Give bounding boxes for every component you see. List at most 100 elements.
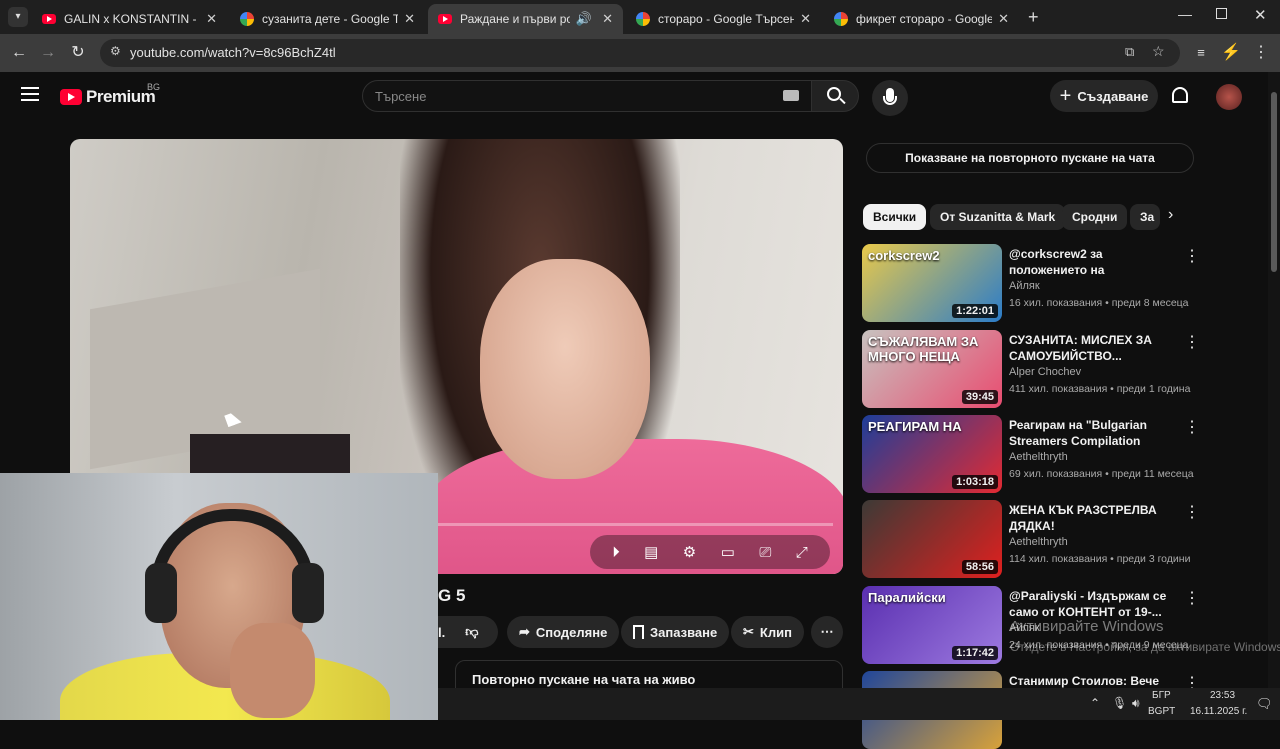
- subtitles-icon[interactable]: ▤: [644, 543, 658, 561]
- chips-next-chevron-icon[interactable]: ›: [1168, 206, 1173, 224]
- video-thumbnail[interactable]: СЪЖАЛЯВАМ ЗА МНОГО НЕЩА 39:45: [862, 330, 1002, 408]
- browser-tab-4[interactable]: сторaро - Google Търсене ✕: [626, 4, 821, 34]
- new-tab-button[interactable]: +: [1028, 7, 1039, 28]
- chip-related[interactable]: Сродни: [1062, 204, 1128, 230]
- microphone-tray-icon[interactable]: 🎙︎: [1112, 696, 1127, 710]
- duration-badge: 39:45: [961, 390, 998, 404]
- audio-icon[interactable]: 🔊: [576, 11, 592, 27]
- more-horizontal-icon: ⋯: [820, 624, 834, 639]
- scrollbar-thumb[interactable]: [1271, 92, 1277, 272]
- like-dislike-segment[interactable]: l. 👎︎: [438, 616, 498, 648]
- recommendation-item[interactable]: corkscrew2 1:22:01 @corkscrew2 за положени…: [862, 244, 1202, 322]
- tray-chevron-icon[interactable]: ⌃: [1090, 696, 1100, 710]
- language-indicator-2[interactable]: BGPT: [1148, 706, 1175, 717]
- clock-date[interactable]: 16.11.2025 г.: [1190, 706, 1247, 717]
- url-text[interactable]: youtube.com/watch?v=8c96BchZ4tl: [130, 45, 336, 60]
- recommendation-item[interactable]: 58:56 ЖЕНА КЪК РАЗСТРЕЛВА ДЯДКА! Aethelthr…: [862, 500, 1202, 578]
- tab-title: сузанита дете - Google Търсен: [262, 12, 399, 26]
- browser-tab-active[interactable]: Раждане и първи рожден 🔊 ✕: [428, 4, 623, 34]
- youtube-favicon-icon: [438, 14, 452, 24]
- windows-activation-subtext: Отидете в Настройки, за да активирате Wi…: [1010, 640, 1280, 654]
- tab-title: GALIN x KONSTANTIN - Monop: [64, 12, 200, 26]
- media-controls-icon[interactable]: ≡: [1190, 42, 1212, 64]
- save-button[interactable]: Запазване: [621, 616, 730, 648]
- more-options-icon[interactable]: ⋮: [1184, 246, 1200, 266]
- chip-more[interactable]: За: [1130, 204, 1160, 230]
- thumbnail-text: Паралийски: [868, 590, 946, 605]
- browser-tab-2[interactable]: сузанита дете - Google Търсен ✕: [230, 4, 425, 34]
- show-chat-replay-button[interactable]: Показване на повторното пускане на чата: [866, 143, 1194, 173]
- close-tab-icon[interactable]: ✕: [206, 11, 217, 27]
- more-options-icon[interactable]: ⋮: [1184, 588, 1200, 608]
- recommendation-title[interactable]: СУЗАНИТА: МИСЛЕХ ЗА САМОУБИЙСТВО...: [1009, 332, 1179, 364]
- extension-icon[interactable]: ⚡: [1220, 42, 1242, 64]
- avatar[interactable]: [1216, 84, 1242, 110]
- keyboard-icon[interactable]: [783, 90, 799, 101]
- more-options-icon[interactable]: ⋮: [1184, 332, 1200, 352]
- forward-icon[interactable]: →: [37, 42, 59, 64]
- search-button[interactable]: [811, 80, 859, 112]
- volume-icon[interactable]: 🔊︎: [1132, 696, 1140, 711]
- minimize-icon[interactable]: —: [1178, 6, 1192, 22]
- browser-menu-icon[interactable]: ⋮: [1250, 42, 1272, 64]
- hamburger-menu-icon[interactable]: [21, 87, 39, 101]
- clip-button[interactable]: ✂ Клип: [731, 616, 804, 648]
- recommendation-title[interactable]: @corkscrew2 за положението на БЪЛГАРСКИЯ…: [1009, 246, 1179, 278]
- recommendation-title[interactable]: Станимир Стоилов: Вече: [1009, 673, 1179, 689]
- chip-all[interactable]: Всички: [863, 204, 927, 230]
- youtube-header: Premium BG Търсене + Създаване: [0, 72, 1268, 120]
- close-tab-icon[interactable]: ✕: [602, 11, 613, 27]
- notifications-tray-icon[interactable]: 🗨: [1256, 696, 1273, 712]
- create-button[interactable]: + Създаване: [1050, 80, 1158, 112]
- channel-name[interactable]: Aethelthryth: [1009, 451, 1068, 463]
- reload-icon[interactable]: ↻: [67, 42, 89, 64]
- recommendation-title[interactable]: @Paraliyski - Издържам се само от КОНТЕН…: [1009, 588, 1179, 620]
- voice-search-button[interactable]: [872, 80, 908, 116]
- back-icon[interactable]: ←: [8, 42, 30, 64]
- share-button[interactable]: ➦ Споделяне: [507, 616, 620, 648]
- youtube-logo[interactable]: Premium: [60, 87, 156, 107]
- close-window-icon[interactable]: ✕: [1254, 6, 1267, 24]
- channel-name[interactable]: Alper Chochev: [1009, 366, 1081, 378]
- cast-icon[interactable]: ⎚: [759, 544, 771, 561]
- recommendation-title[interactable]: Реагирам на "Bulgarian Streamers Compila…: [1009, 417, 1179, 449]
- search-input[interactable]: Търсене: [362, 80, 812, 112]
- video-thumbnail[interactable]: corkscrew2 1:22:01: [862, 244, 1002, 322]
- language-indicator[interactable]: БГР: [1152, 690, 1171, 701]
- browser-tab-5[interactable]: фикрет сторaро - Google Търс ✕: [824, 4, 1019, 34]
- more-options-icon[interactable]: ⋮: [1184, 417, 1200, 437]
- more-options-icon[interactable]: ⋮: [1184, 502, 1200, 522]
- site-info-icon[interactable]: ⚙: [110, 44, 121, 58]
- close-tab-icon[interactable]: ✕: [800, 11, 811, 27]
- tab-search-dropdown-icon[interactable]: ▾: [8, 7, 28, 27]
- channel-name[interactable]: Айляк: [1009, 280, 1040, 292]
- video-thumbnail[interactable]: 58:56: [862, 500, 1002, 578]
- video-progress-bar[interactable]: [438, 523, 833, 526]
- page-scrollbar[interactable]: [1268, 72, 1280, 688]
- close-tab-icon[interactable]: ✕: [998, 11, 1009, 27]
- video-thumbnail[interactable]: Паралийски 1:17:42: [862, 586, 1002, 664]
- autoplay-toggle-icon[interactable]: ⏵: [612, 544, 620, 561]
- close-tab-icon[interactable]: ✕: [404, 11, 415, 27]
- maximize-icon[interactable]: [1216, 8, 1227, 19]
- fullscreen-icon[interactable]: ⤢: [796, 544, 808, 561]
- channel-name[interactable]: Aethelthryth: [1009, 536, 1068, 548]
- browser-tab-1[interactable]: GALIN x KONSTANTIN - Monop ✕: [32, 4, 227, 34]
- settings-gear-icon[interactable]: ⚙: [683, 543, 696, 561]
- search-placeholder: Търсене: [375, 89, 427, 104]
- chip-from-channel[interactable]: От Suzanitta & Mark: [930, 204, 1066, 230]
- clock-time[interactable]: 23:53: [1210, 690, 1235, 701]
- video-thumbnail[interactable]: РЕАГИРАМ НА 1:03:18: [862, 415, 1002, 493]
- notifications-bell-icon[interactable]: [1172, 87, 1188, 103]
- more-actions-button[interactable]: ⋯: [811, 616, 843, 648]
- scissors-icon: ✂: [743, 624, 754, 639]
- bookmark-star-icon[interactable]: ☆: [1152, 43, 1165, 60]
- theater-mode-icon[interactable]: ▭: [721, 543, 735, 561]
- recommendation-item[interactable]: СЪЖАЛЯВАМ ЗА МНОГО НЕЩА 39:45 СУЗАНИТА: МИ…: [862, 330, 1202, 408]
- recommendation-item[interactable]: РЕАГИРАМ НА 1:03:18 Реагирам на "Bulgarian…: [862, 415, 1202, 493]
- install-app-icon[interactable]: ⧉: [1125, 44, 1134, 60]
- dislike-icon[interactable]: 👎︎: [465, 624, 478, 640]
- live-chat-replay-title: Повторно пускане на чата на живо: [472, 672, 696, 687]
- address-bar[interactable]: ⚙ youtube.com/watch?v=8c96BchZ4tl ⧉ ☆: [100, 39, 1180, 67]
- recommendation-title[interactable]: ЖЕНА КЪК РАЗСТРЕЛВА ДЯДКА!: [1009, 502, 1179, 534]
